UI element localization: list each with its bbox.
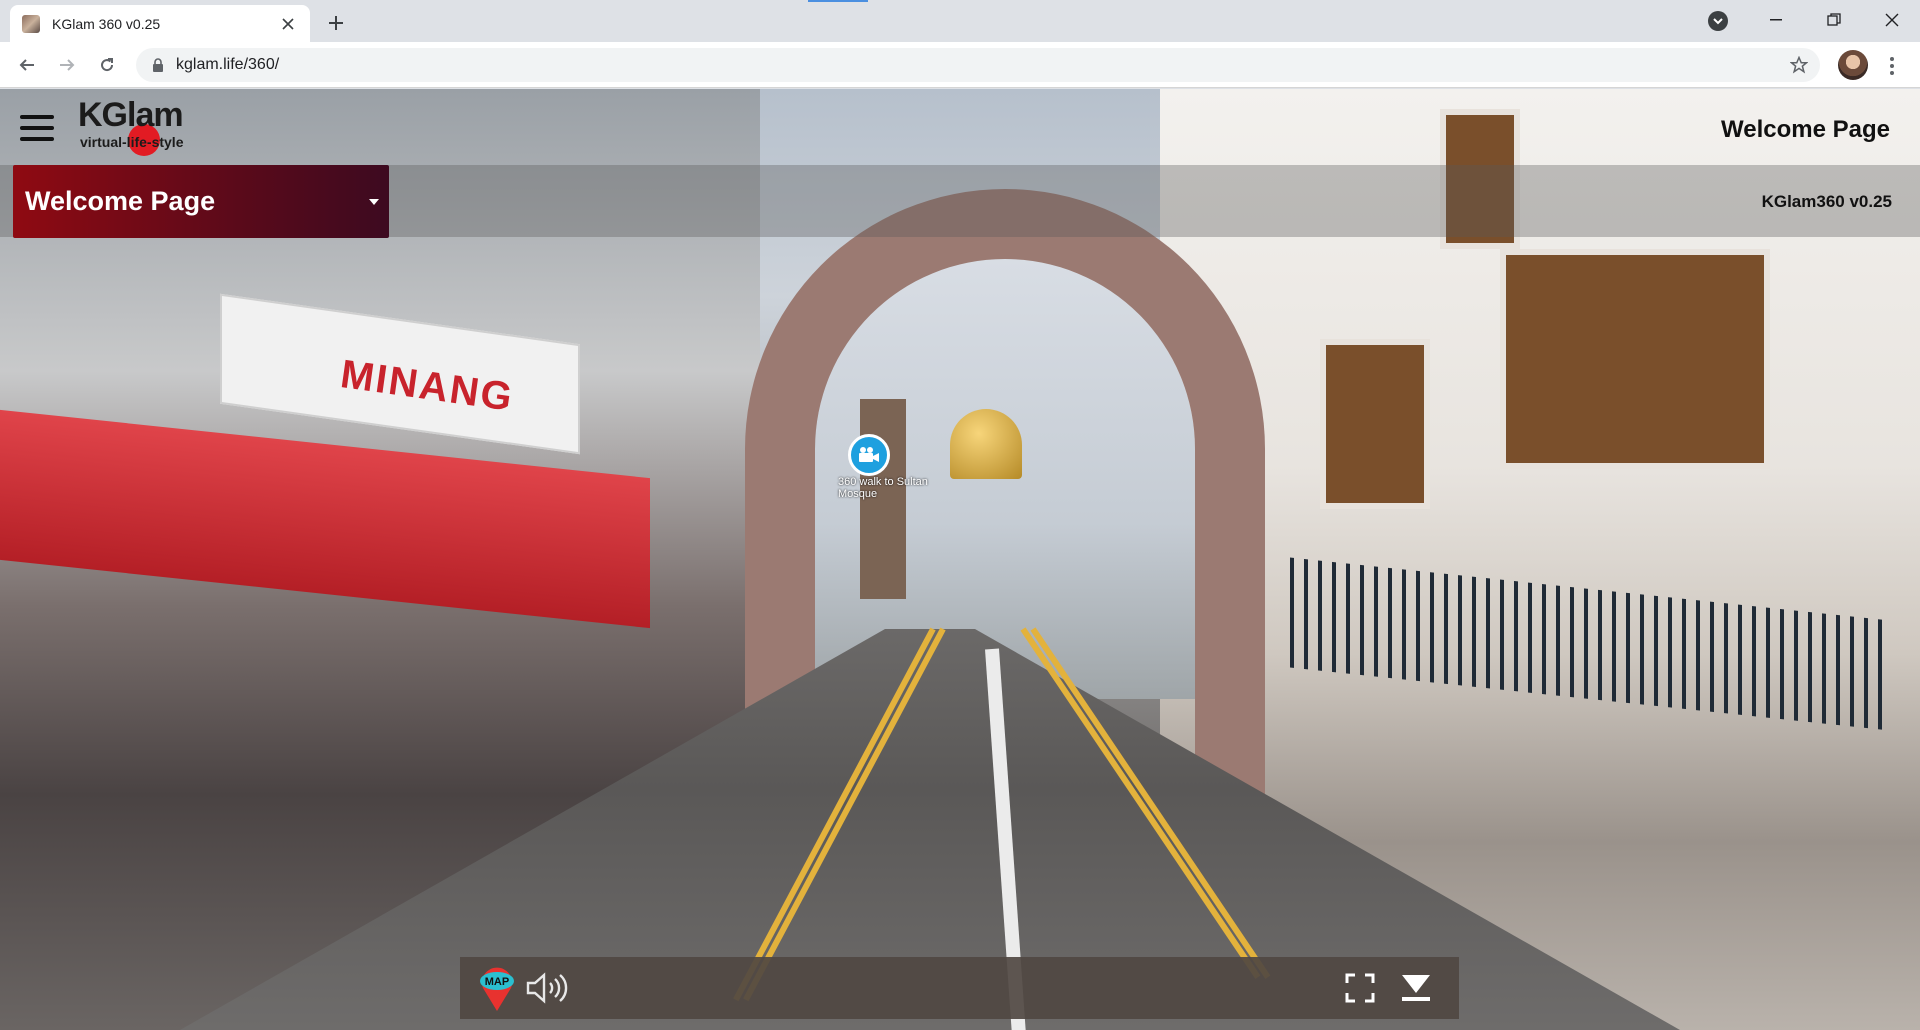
map-label: MAP xyxy=(485,976,509,988)
fullscreen-icon xyxy=(1345,973,1375,1003)
profile-avatar[interactable] xyxy=(1838,50,1868,80)
caret-down-icon xyxy=(369,199,379,205)
favicon-icon xyxy=(22,14,40,33)
lock-icon xyxy=(153,58,163,72)
back-arrow-icon[interactable] xyxy=(12,50,42,80)
forward-arrow-icon[interactable] xyxy=(52,50,82,80)
browser-menu-icon[interactable] xyxy=(1882,52,1902,80)
bookmark-star-icon[interactable] xyxy=(1789,55,1809,79)
tab-title: KGlam 360 v0.25 xyxy=(52,15,161,32)
version-label: KGlam360 v0.25 xyxy=(1761,192,1892,211)
arched-window xyxy=(1500,249,1770,469)
scene-select-dropdown[interactable]: Welcome Page xyxy=(13,165,389,238)
browser-toolbar: kglam.life/360/ xyxy=(0,42,1920,88)
arched-window xyxy=(1320,339,1430,509)
viewer-control-bar: MAP xyxy=(460,957,1459,1019)
fullscreen-button[interactable] xyxy=(1340,965,1380,1011)
minimize-window-icon[interactable] xyxy=(1748,0,1804,40)
video-camera-icon xyxy=(859,447,879,462)
close-window-icon[interactable] xyxy=(1864,0,1920,40)
video-hotspot[interactable] xyxy=(848,434,890,476)
map-pin-icon: MAP xyxy=(480,967,514,1011)
hotspot-label[interactable]: 360 walk to Sultan Mosque xyxy=(838,476,928,500)
hamburger-menu-icon[interactable] xyxy=(20,115,54,141)
address-bar[interactable]: kglam.life/360/ xyxy=(136,48,1820,82)
close-tab-icon[interactable] xyxy=(278,14,298,34)
kglam-logo[interactable]: KGlam virtual-life-style xyxy=(78,96,208,156)
loading-indicator xyxy=(808,0,868,2)
map-button[interactable]: MAP xyxy=(476,965,518,1011)
logo-main-text: KGlam xyxy=(78,96,184,134)
hide-controls-button[interactable] xyxy=(1396,965,1436,1011)
speaker-icon xyxy=(526,972,568,1004)
reload-icon[interactable] xyxy=(92,50,122,80)
sound-toggle-button[interactable] xyxy=(524,965,570,1011)
new-tab-button[interactable] xyxy=(322,9,350,37)
collapse-arrow-icon xyxy=(1402,975,1430,1001)
tab-search-icon[interactable] xyxy=(1708,11,1728,31)
browser-tab[interactable]: KGlam 360 v0.25 xyxy=(10,5,310,42)
page-title: Welcome Page xyxy=(1721,116,1890,143)
scene-select-label: Welcome Page xyxy=(25,186,216,216)
url-text: kglam.life/360/ xyxy=(176,56,280,73)
restore-window-icon[interactable] xyxy=(1806,0,1862,40)
browser-tab-bar: KGlam 360 v0.25 xyxy=(0,0,1920,42)
logo-tagline: virtual-life-style xyxy=(80,134,184,150)
